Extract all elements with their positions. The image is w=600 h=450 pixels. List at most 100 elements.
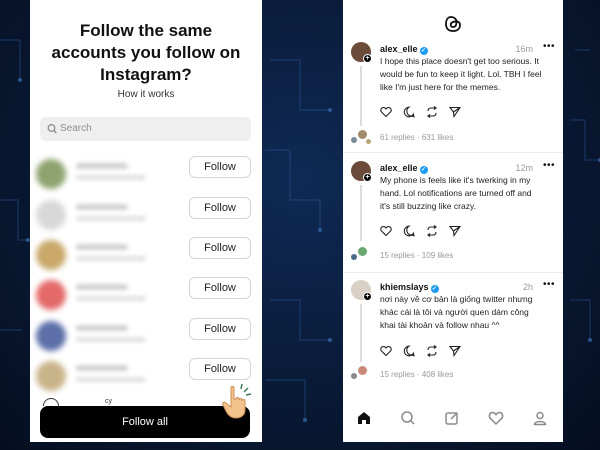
share-send-icon[interactable] xyxy=(449,345,461,357)
threads-logo-icon[interactable] xyxy=(444,14,462,39)
search-icon xyxy=(47,122,57,140)
avatar xyxy=(358,366,367,375)
post-timestamp: 2h xyxy=(522,282,533,292)
follow-button[interactable]: Follow xyxy=(189,277,251,299)
blurred-fullname xyxy=(76,296,146,301)
post-text: My phone is feels like it's twerking in … xyxy=(380,174,558,213)
account-row: Follow xyxy=(30,317,262,357)
compose-icon[interactable] xyxy=(444,410,460,431)
verified-badge-icon: ✓ xyxy=(419,47,428,55)
follow-button[interactable]: Follow xyxy=(189,318,251,340)
share-send-icon[interactable] xyxy=(449,106,461,118)
avatar[interactable]: + xyxy=(351,280,372,301)
username-text: alex_elle xyxy=(380,44,418,54)
replier-avatars xyxy=(348,130,374,144)
blurred-fullname xyxy=(76,377,146,382)
follow-plus-icon[interactable]: + xyxy=(363,292,372,301)
share-send-icon[interactable] xyxy=(449,225,461,237)
avatar xyxy=(351,137,357,143)
heart-icon[interactable] xyxy=(488,410,504,431)
avatar[interactable]: + xyxy=(351,161,372,182)
avatar xyxy=(358,130,367,139)
hand-pointer-icon xyxy=(222,383,252,425)
reply-bubble-icon[interactable] xyxy=(403,225,415,237)
title-line-3: Instagram? xyxy=(100,65,192,84)
blurred-fullname xyxy=(76,175,146,180)
avatar xyxy=(358,247,367,256)
follow-plus-icon[interactable]: + xyxy=(363,54,372,63)
follow-button[interactable]: Follow xyxy=(189,197,251,219)
post-text-line: it's still buzzing like crazy. xyxy=(380,201,476,211)
avatar xyxy=(36,240,66,270)
bottom-navigation xyxy=(343,400,563,436)
follow-title: Follow the same accounts you follow on I… xyxy=(30,20,262,86)
search-icon[interactable] xyxy=(400,410,416,431)
post-username[interactable]: alex_elle ✓ xyxy=(380,163,428,174)
reply-bubble-icon[interactable] xyxy=(403,345,415,357)
avatar xyxy=(351,254,357,260)
follow-button[interactable]: Follow xyxy=(189,358,251,380)
post-username[interactable]: khiemslays ✓ xyxy=(380,282,439,293)
repost-icon[interactable] xyxy=(426,106,438,118)
avatar xyxy=(36,361,66,391)
avatar xyxy=(36,280,66,310)
like-heart-icon[interactable] xyxy=(380,345,392,357)
replier-avatars xyxy=(348,366,374,380)
post-divider xyxy=(343,272,563,273)
avatar xyxy=(36,159,66,189)
search-placeholder: Search xyxy=(60,123,92,134)
more-options-icon[interactable]: ••• xyxy=(543,160,555,171)
post-text: I hope this place doesn't get too seriou… xyxy=(380,55,558,94)
title-line-1: Follow the same xyxy=(79,21,213,40)
blurred-fullname xyxy=(76,216,146,221)
avatar xyxy=(36,200,66,230)
follow-accounts-screen: Follow the same accounts you follow on I… xyxy=(30,0,262,442)
partial-username: cy xyxy=(105,398,112,405)
post-username[interactable]: alex_elle ✓ xyxy=(380,44,428,55)
post-text-line: khác cái là tôi và người quen dám công xyxy=(380,307,529,317)
post-text: nơi này về cơ bản là giống twitter nhưng… xyxy=(380,293,558,332)
follow-button[interactable]: Follow xyxy=(189,237,251,259)
avatar xyxy=(36,321,66,351)
follow-plus-icon[interactable]: + xyxy=(363,173,372,182)
avatar xyxy=(43,398,59,406)
post-text-line: My phone is feels like it's twerking in … xyxy=(380,175,531,185)
account-row: Follow xyxy=(30,196,262,236)
replies-likes-count[interactable]: 61 replies · 631 likes xyxy=(380,133,453,142)
blurred-username xyxy=(76,244,128,250)
follow-button[interactable]: Follow xyxy=(189,156,251,178)
post-text-line: like I'm just here for the memes. xyxy=(380,82,501,92)
home-icon[interactable] xyxy=(356,410,372,431)
how-it-works-link[interactable]: How it works xyxy=(30,89,262,100)
repost-icon[interactable] xyxy=(426,345,438,357)
thread-connector-line xyxy=(360,185,362,241)
blurred-fullname xyxy=(76,337,146,342)
blurred-username xyxy=(76,163,128,169)
post-divider xyxy=(343,152,563,153)
blurred-fullname xyxy=(76,256,146,261)
username-text: alex_elle xyxy=(380,163,418,173)
search-input[interactable]: Search xyxy=(40,117,251,141)
post-text-line: would be fun to keep it light. Lol. TBH … xyxy=(380,69,542,79)
post-text-line: khai tài khoản và follow nhau ^^ xyxy=(380,320,500,330)
verified-badge-icon: ✓ xyxy=(419,166,428,174)
like-heart-icon[interactable] xyxy=(380,106,392,118)
repost-icon[interactable] xyxy=(426,225,438,237)
more-options-icon[interactable]: ••• xyxy=(543,279,555,290)
more-options-icon[interactable]: ••• xyxy=(543,41,555,52)
like-heart-icon[interactable] xyxy=(380,225,392,237)
account-row: Follow xyxy=(30,236,262,276)
threads-feed-screen: + alex_elle ✓ 16m ••• I hope this place d… xyxy=(343,0,563,442)
replier-avatars xyxy=(348,247,374,261)
account-row: Follow xyxy=(30,276,262,316)
post-text-line: I hope this place doesn't get too seriou… xyxy=(380,56,539,66)
thread-connector-line xyxy=(360,66,362,126)
avatar xyxy=(366,139,371,144)
profile-icon[interactable] xyxy=(532,410,548,431)
replies-likes-count[interactable]: 15 replies · 109 likes xyxy=(380,251,453,260)
follow-all-button[interactable]: Follow all xyxy=(40,406,250,438)
avatar[interactable]: + xyxy=(351,42,372,63)
replies-likes-count[interactable]: 15 replies · 408 likes xyxy=(380,370,453,379)
reply-bubble-icon[interactable] xyxy=(403,106,415,118)
avatar xyxy=(351,373,357,379)
